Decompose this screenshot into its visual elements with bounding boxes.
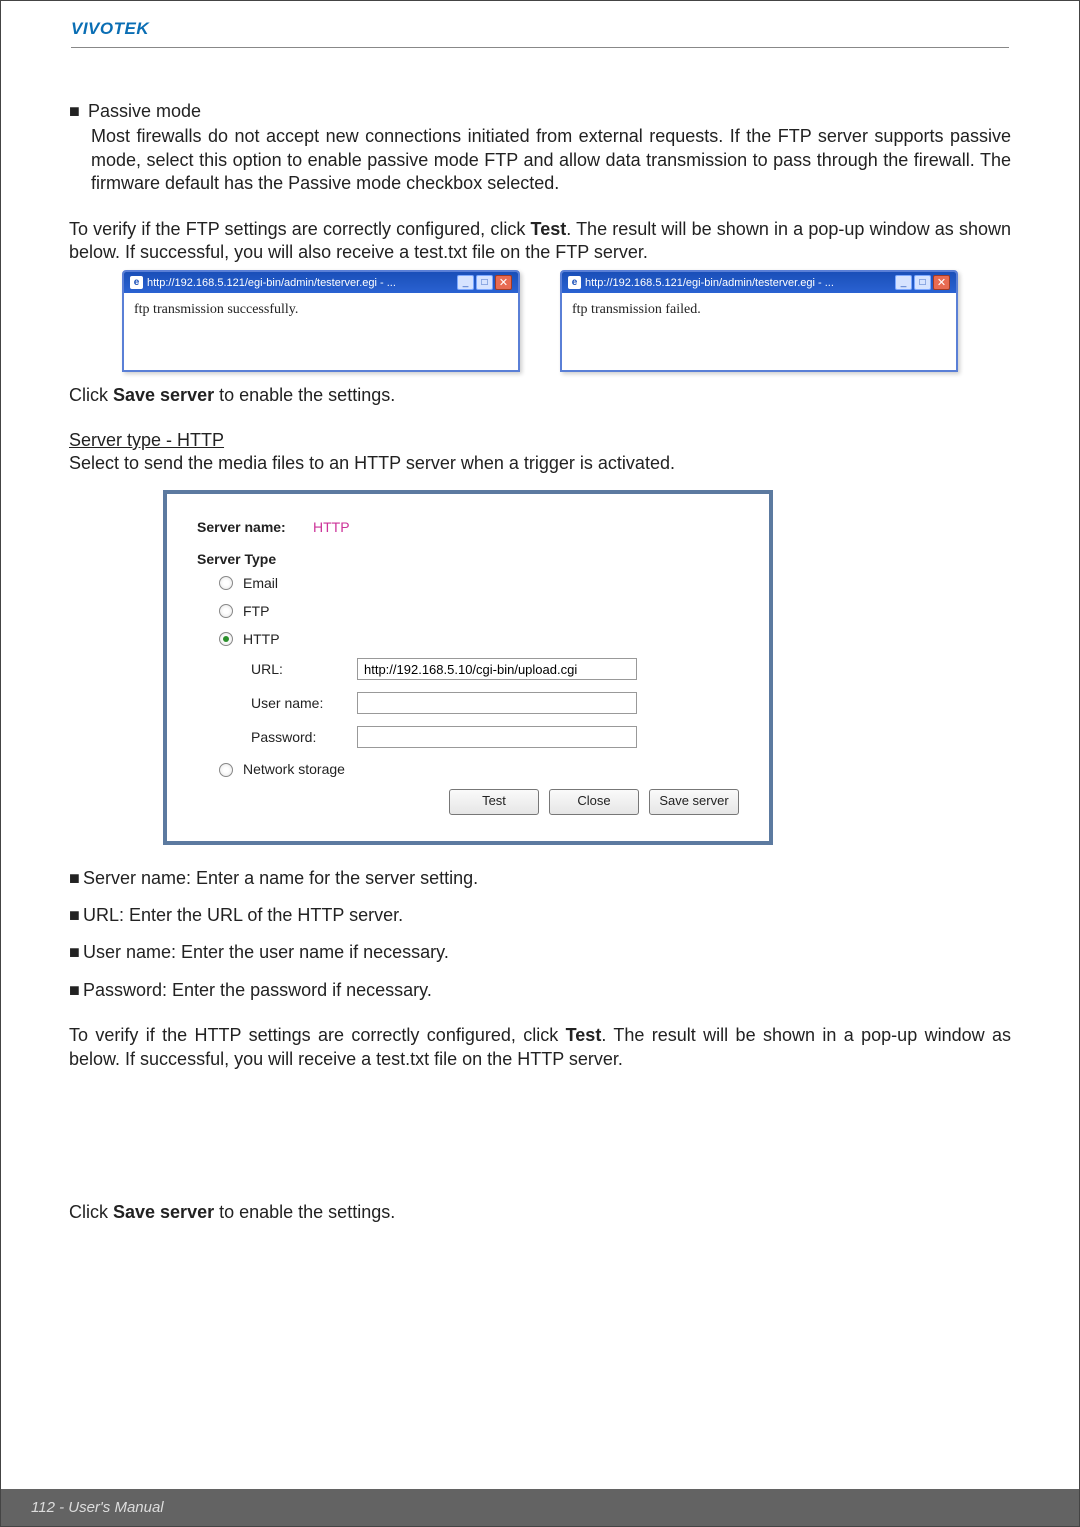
verify-http-pre: To verify if the HTTP settings are corre…	[69, 1025, 566, 1045]
radio-email[interactable]	[219, 576, 233, 590]
popup-success-url: http://192.168.5.121/egi-bin/admin/teste…	[147, 276, 453, 290]
page-footer: 112 - User's Manual	[1, 1489, 1079, 1526]
li1: Server name: Enter a name for the server…	[83, 868, 478, 888]
save-server-button[interactable]: Save server	[649, 789, 739, 815]
save2-post: to enable the settings.	[214, 1202, 395, 1222]
password-label: Password:	[197, 728, 357, 746]
list-item: ■User name: Enter the user name if neces…	[69, 941, 1011, 964]
close-icon[interactable]: ✕	[933, 275, 950, 290]
maximize-icon[interactable]: □	[476, 275, 493, 290]
passive-mode-heading: ■ Passive mode	[69, 100, 1011, 123]
radio-email-label: Email	[243, 574, 278, 592]
save2-bold: Save server	[113, 1202, 214, 1222]
passive-mode-title: Passive mode	[88, 101, 201, 121]
bullet-icon: ■	[69, 904, 83, 927]
popup-fail-url: http://192.168.5.121/egi-bin/admin/teste…	[585, 276, 891, 290]
bullet-icon: ■	[69, 941, 83, 964]
url-label: URL:	[197, 660, 357, 678]
verify-ftp-text: To verify if the FTP settings are correc…	[69, 218, 1011, 265]
radio-ftp-row[interactable]: FTP	[219, 602, 739, 620]
verify-http-bold: Test	[566, 1025, 602, 1045]
save1-post: to enable the settings.	[214, 385, 395, 405]
username-input[interactable]	[357, 692, 637, 714]
server-type-http-heading: Server type - HTTP	[69, 429, 1011, 452]
popup-fail-titlebar: e http://192.168.5.121/egi-bin/admin/tes…	[562, 272, 956, 293]
brand-title: VIVOTEK	[71, 19, 1009, 39]
username-label: User name:	[197, 694, 357, 712]
server-type-http-desc: Select to send the media files to an HTT…	[69, 452, 1011, 475]
bullet-icon: ■	[69, 867, 83, 890]
popup-success-titlebar: e http://192.168.5.121/egi-bin/admin/tes…	[124, 272, 518, 293]
radio-ftp[interactable]	[219, 604, 233, 618]
radio-http[interactable]	[219, 632, 233, 646]
li4: Password: Enter the password if necessar…	[83, 980, 432, 1000]
list-item: ■Server name: Enter a name for the serve…	[69, 867, 1011, 890]
password-input[interactable]	[357, 726, 637, 748]
url-input[interactable]	[357, 658, 637, 680]
list-item: ■URL: Enter the URL of the HTTP server.	[69, 904, 1011, 927]
bullet-icon: ■	[69, 100, 83, 123]
servertype-label: Server Type	[197, 550, 307, 568]
radio-http-row[interactable]: HTTP	[219, 630, 739, 648]
radio-network[interactable]	[219, 763, 233, 777]
radio-email-row[interactable]: Email	[219, 574, 739, 592]
save-server-line-2: Click Save server to enable the settings…	[69, 1201, 1011, 1224]
servername-input[interactable]	[307, 516, 457, 538]
header-divider	[71, 47, 1009, 48]
save2-pre: Click	[69, 1202, 113, 1222]
radio-http-label: HTTP	[243, 630, 280, 648]
close-button[interactable]: Close	[549, 789, 639, 815]
li3: User name: Enter the user name if necess…	[83, 942, 449, 962]
ie-icon: e	[130, 276, 143, 289]
popup-fail: e http://192.168.5.121/egi-bin/admin/tes…	[560, 270, 958, 371]
radio-network-row[interactable]: Network storage	[219, 760, 739, 778]
servername-label: Server name:	[197, 518, 307, 536]
verify-ftp-pre: To verify if the FTP settings are correc…	[69, 219, 531, 239]
passive-mode-desc: Most firewalls do not accept new connect…	[69, 125, 1011, 195]
close-icon[interactable]: ✕	[495, 275, 512, 290]
verify-ftp-bold: Test	[531, 219, 567, 239]
test-button[interactable]: Test	[449, 789, 539, 815]
minimize-icon[interactable]: _	[457, 275, 474, 290]
save-server-line-1: Click Save server to enable the settings…	[69, 384, 1011, 407]
bullet-icon: ■	[69, 979, 83, 1002]
radio-network-label: Network storage	[243, 760, 345, 778]
save1-pre: Click	[69, 385, 113, 405]
ie-icon: e	[568, 276, 581, 289]
popup-fail-body: ftp transmission failed.	[562, 293, 956, 369]
minimize-icon[interactable]: _	[895, 275, 912, 290]
verify-http-text: To verify if the HTTP settings are corre…	[69, 1024, 1011, 1071]
li2: URL: Enter the URL of the HTTP server.	[83, 905, 403, 925]
http-settings-panel: Server name: Server Type Email FTP HTTP …	[163, 490, 773, 845]
popup-success: e http://192.168.5.121/egi-bin/admin/tes…	[122, 270, 520, 371]
save1-bold: Save server	[113, 385, 214, 405]
list-item: ■Password: Enter the password if necessa…	[69, 979, 1011, 1002]
popup-success-body: ftp transmission successfully.	[124, 293, 518, 369]
radio-ftp-label: FTP	[243, 602, 269, 620]
maximize-icon[interactable]: □	[914, 275, 931, 290]
